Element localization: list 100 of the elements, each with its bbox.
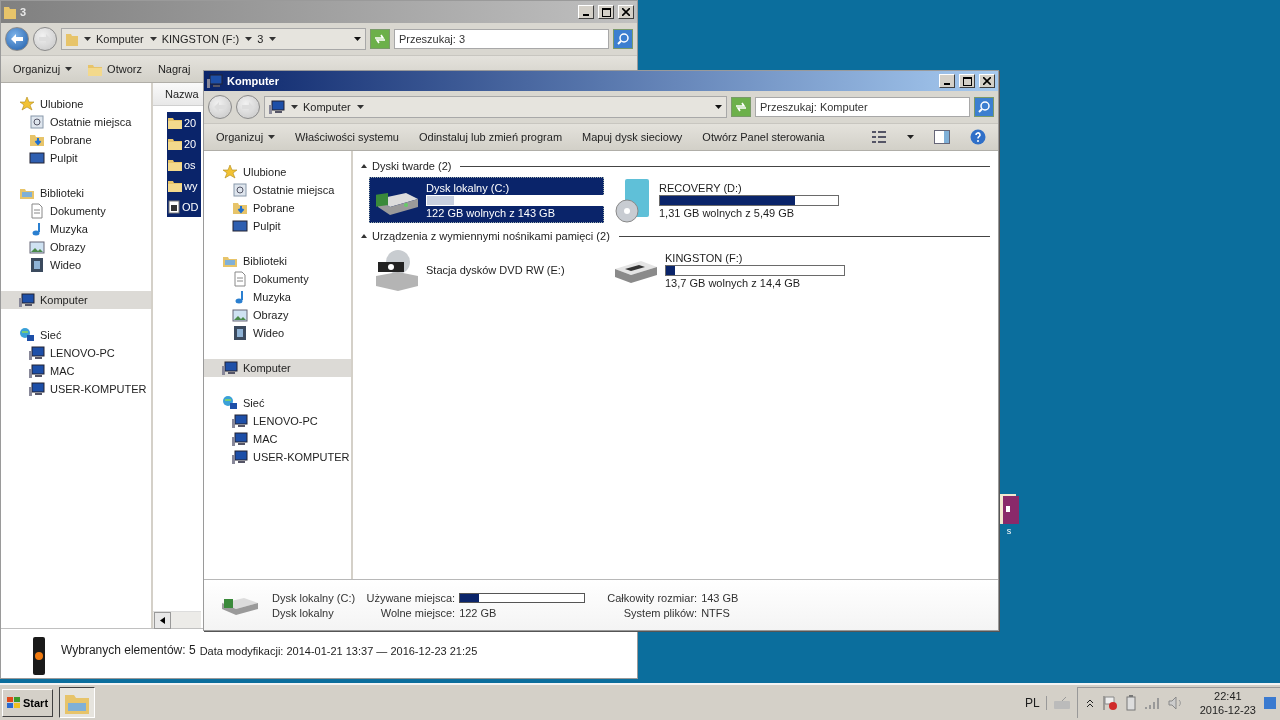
show-desktop-icon[interactable] [1264, 695, 1276, 711]
toolbar-button[interactable]: Organizuj [13, 63, 73, 75]
nav-item[interactable]: Muzyka [1, 220, 151, 238]
toolbar-button[interactable]: Właściwości systemu [295, 131, 399, 143]
nav-item[interactable]: Biblioteki [204, 252, 351, 270]
preview-pane-icon[interactable] [934, 130, 950, 144]
nav-item[interactable]: Ulubione [1, 95, 151, 113]
nav-item[interactable]: LENOVO-PC [204, 412, 351, 430]
back-button[interactable] [208, 95, 232, 119]
nav-item[interactable]: Obrazy [1, 238, 151, 256]
back-arrow-icon [214, 102, 226, 112]
forward-button[interactable] [236, 95, 260, 119]
collapse-caret-icon[interactable] [361, 164, 367, 168]
group-header: Urządzenia z wymiennymi nośnikami pamięci (2) [372, 230, 610, 242]
close-button[interactable] [979, 74, 995, 88]
toolbar-button[interactable]: Odinstaluj lub zmień program [419, 131, 563, 143]
battery-icon[interactable] [1125, 695, 1136, 711]
toolbar-button[interactable]: Organizuj [216, 131, 276, 143]
group-header: Dyski twarde (2) [372, 160, 452, 172]
minimize-button[interactable] [578, 5, 594, 19]
nav-item[interactable]: Komputer [204, 359, 351, 377]
star-icon [19, 96, 35, 112]
breadcrumb-item[interactable] [356, 105, 364, 109]
network-icon [222, 395, 238, 411]
flag-warning-icon[interactable] [1101, 695, 1118, 711]
breadcrumb-item[interactable]: Komputer [84, 33, 144, 45]
free-space-text: 1,31 GB wolnych z 5,49 GB [659, 206, 796, 219]
document-stack-icon [998, 492, 1020, 526]
nav-item[interactable]: Pulpit [1, 149, 151, 167]
drive-tile[interactable]: Stacja dysków DVD RW (E:) [369, 247, 604, 293]
file-row[interactable]: OD [167, 196, 201, 217]
collapse-caret-icon[interactable] [361, 234, 367, 238]
nav-item[interactable]: Biblioteki [1, 184, 151, 202]
toolbar-button[interactable]: Otwórz Panel sterowania [702, 131, 825, 143]
language-indicator[interactable]: PL [1019, 695, 1047, 710]
file-row[interactable]: 20 [167, 112, 201, 133]
maximize-button[interactable] [959, 74, 975, 88]
nav-item[interactable]: LENOVO-PC [1, 344, 151, 362]
breadcrumb-item[interactable]: KINGSTON (F:) [149, 33, 240, 45]
left-arrow-icon [160, 617, 165, 624]
maximize-button[interactable] [598, 5, 614, 19]
search-field[interactable]: Przeszukaj: 3 [394, 29, 609, 49]
close-button[interactable] [618, 5, 634, 19]
download-folder-icon [232, 200, 248, 216]
scroll-left-button[interactable] [154, 612, 171, 629]
nav-item[interactable]: Pulpit [204, 217, 351, 235]
taskbar-app-button[interactable] [59, 687, 96, 718]
forward-button[interactable] [33, 27, 57, 51]
refresh-button[interactable] [731, 97, 751, 117]
column-header: Nazwa [153, 83, 203, 106]
file-row[interactable]: 20 [167, 133, 201, 154]
computer-icon [232, 413, 248, 429]
file-row[interactable]: wy [167, 175, 201, 196]
caret-icon [149, 37, 157, 41]
refresh-button[interactable] [370, 29, 390, 49]
nav-item[interactable]: Wideo [204, 324, 351, 342]
nav-item[interactable]: Pobrane [1, 131, 151, 149]
clock[interactable]: 22:41 2016-12-23 [1199, 689, 1256, 717]
nav-item[interactable]: Sieć [204, 394, 351, 412]
nav-item[interactable]: Muzyka [204, 288, 351, 306]
search-button[interactable] [613, 29, 633, 49]
nav-item[interactable]: Ulubione [204, 163, 351, 181]
breadcrumb-item[interactable]: Komputer [291, 101, 351, 113]
drive-tile[interactable]: KINGSTON (F:) 13,7 GB wolnych z 14,4 GB [608, 247, 848, 293]
nav-item[interactable]: Obrazy [204, 306, 351, 324]
breadcrumb-item[interactable]: 3 [245, 33, 264, 45]
nav-item[interactable]: Pobrane [204, 199, 351, 217]
nav-item[interactable]: Dokumenty [204, 270, 351, 288]
drive-tile[interactable]: Dysk lokalny (C:) 122 GB wolnych z 143 GB [369, 177, 604, 223]
nav-item[interactable]: Sieć [1, 326, 151, 344]
nav-item[interactable]: MAC [204, 430, 351, 448]
chevron-up-icon[interactable] [1085, 698, 1094, 708]
drive-tile[interactable]: RECOVERY (D:) 1,31 GB wolnych z 5,49 GB [608, 177, 848, 223]
network-icon [19, 327, 35, 343]
minimize-button[interactable] [939, 74, 955, 88]
file-row[interactable]: os [167, 154, 201, 175]
nav-item[interactable]: Komputer [1, 291, 151, 309]
back-button[interactable] [5, 27, 29, 51]
nav-item[interactable]: Ostatnie miejsca [1, 113, 151, 131]
nav-item[interactable]: Dokumenty [1, 202, 151, 220]
start-button[interactable]: Start [2, 688, 54, 717]
nav-item[interactable]: MAC [1, 362, 151, 380]
video-icon [29, 257, 45, 273]
nav-item[interactable]: USER-KOMPUTER [1, 380, 151, 398]
caret-icon [268, 135, 276, 139]
nav-item[interactable]: USER-KOMPUTER [204, 448, 351, 466]
nav-item[interactable]: Wideo [1, 256, 151, 274]
toolbar-button[interactable]: Otworz [88, 62, 142, 76]
details-label: System plików: [622, 606, 699, 619]
toolbar-button[interactable]: Mapuj dysk sieciowy [582, 131, 683, 143]
folder-icon [168, 158, 182, 171]
breadcrumb-item[interactable] [269, 37, 277, 41]
view-options-icon[interactable] [871, 130, 887, 144]
nav-item[interactable]: Ostatnie miejsca [204, 181, 351, 199]
desktop-icon [29, 150, 45, 166]
toolbar-button[interactable]: Nagraj [157, 63, 191, 75]
help-icon[interactable] [970, 129, 986, 145]
search-field[interactable]: Przeszukaj: Komputer [755, 97, 970, 117]
computer-icon [207, 73, 223, 89]
search-button[interactable] [974, 97, 994, 117]
